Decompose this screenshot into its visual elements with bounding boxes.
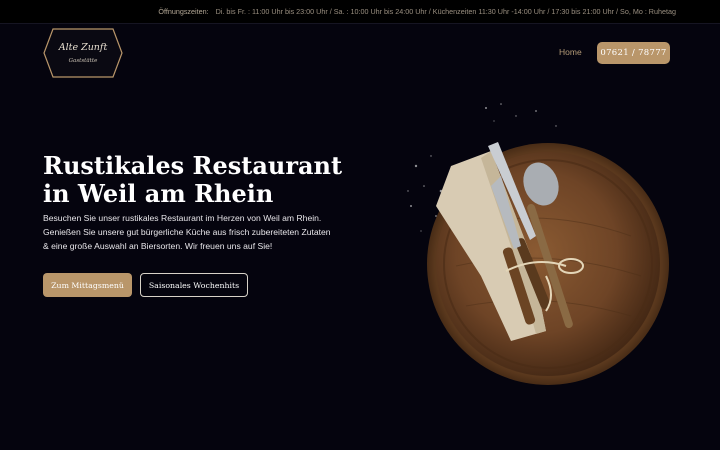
hero-title-line1: Rustikales Restaurant <box>43 151 343 180</box>
hero-description: Besuchen Sie unser rustikales Restaurant… <box>43 213 331 251</box>
opening-hours-text: Di. bis Fr. : 11:00 Uhr bis 23:00 Uhr / … <box>215 7 676 16</box>
logo-name: Alte Zunft <box>58 42 108 53</box>
logo-badge-icon <box>43 28 123 78</box>
logo-subtitle: Gaststätte <box>68 58 98 64</box>
lunch-menu-button[interactable]: Zum Mittagsmenü <box>43 273 132 297</box>
nav-home-link[interactable]: Home <box>559 47 582 57</box>
hero-title: Rustikales Restaurant in Weil am Rhein <box>43 152 373 208</box>
hero-title-line2: in Weil am Rhein <box>43 179 274 208</box>
wooden-board-with-cutlery-icon <box>396 96 686 406</box>
phone-button[interactable]: 07621 / 78777 <box>597 42 670 64</box>
logo[interactable]: Alte Zunft Gaststätte <box>43 28 123 78</box>
opening-hours-label: Öffnungszeiten: <box>158 7 209 16</box>
weekly-hits-button[interactable]: Saisonales Wochenhits <box>140 273 248 297</box>
opening-hours-bar: Öffnungszeiten: Di. bis Fr. : 11:00 Uhr … <box>0 0 720 24</box>
